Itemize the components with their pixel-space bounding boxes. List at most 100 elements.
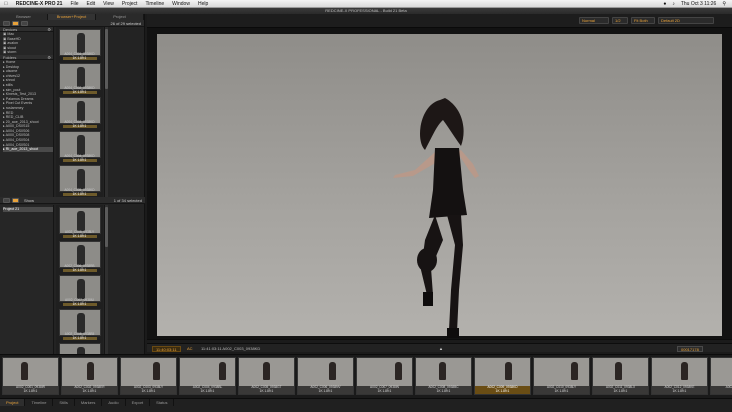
filmstrip-caption: A002_C010_0938LY 1K 1.89:1 [534,385,589,394]
clip-thumbnail[interactable]: A004_C005_0938KD 1K 1.89:1 [58,165,101,196]
video-frame[interactable] [157,34,722,338]
clip-thumbnail[interactable]: A004_C003_0938KD 1K 1.89:1 [58,97,101,128]
filmstrip-clip[interactable]: A002_C009_0938KD 1K 1.89:1 [474,357,531,395]
list-view-button[interactable] [3,20,10,26]
person-silhouette [439,362,446,380]
scroll-thumb[interactable] [105,29,108,89]
folder-item[interactable]: ▸ RI_aoe_2013_shoot [3,147,53,152]
tab-audio[interactable]: Audio [102,399,126,406]
project-tree: Project 21 [0,205,54,354]
filmstrip-caption: A002_C012_0938KE 1K 1.89:1 [652,385,707,394]
thumbnail-resolution: 1K 1.89:1 [62,268,97,272]
thumbnail-caption: A002_C005_0938LY 1K 1.89:1 [59,230,101,238]
project-toolbar: Show 1 of 34 selected [0,197,145,204]
scroll-thumb[interactable] [105,207,108,247]
selection-status-bottom: 1 of 34 selected [113,197,142,203]
search-icon[interactable]: ⚲ [722,1,726,7]
menu-app-name[interactable]: REDCINE-X PRO 21 [16,1,63,7]
filmstrip-clip[interactable]: A002_C006_0938NV 1K 1.89:1 [297,357,354,395]
filmstrip-clip[interactable]: A002_C012_0938KE 1K 1.89:1 [651,357,708,395]
timecode-display[interactable]: 11:40:03:11 [152,346,181,352]
filmstrip-clip-res: 1K 1.89:1 [318,388,333,393]
clock[interactable]: Thu Oct 3 11:26 [681,1,716,7]
lut-dropdown[interactable]: Default 2D [658,17,714,24]
scrollbar-top[interactable] [104,27,108,197]
fit-dropdown[interactable]: Fit Both [631,17,655,24]
filmstrip-clip[interactable]: A002_C004_0938BL 1K 1.89:1 [179,357,236,395]
person-silhouette [681,362,688,380]
filter-button[interactable] [21,20,28,26]
filmstrip-caption: A002_C002_0938ER 1K 1.89:1 [62,385,117,394]
devices-list: ▣ Mac ▣ BaseHD ▣ avalon ▣ skout ▣ storm [0,32,53,55]
playhead-marker-icon[interactable]: ▲ [439,344,443,353]
ac-label[interactable]: AC [187,344,193,353]
tab-browser[interactable]: Browser [0,14,48,20]
clip-thumbnail[interactable]: A004_C002_0938KD 1K 1.89:1 [58,63,101,94]
menu-project[interactable]: Project [122,1,138,7]
tab-status[interactable]: Status [150,399,175,406]
clip-thumbnails-bottom: A002_C005_0938LY 1K 1.89:1 A002_C006_0938R… [56,205,103,374]
wifi-icon[interactable]: ● [663,1,666,7]
filmstrip-clip-res: 1K 1.89:1 [23,388,38,393]
resolution-dropdown[interactable]: 1/2 [612,17,628,24]
tab-markers[interactable]: Markers [75,399,103,406]
filmstrip-caption: A002_C007_0938IN 1K 1.89:1 [357,385,412,394]
thumbnail-caption: A002_C008_0938B5 1K 1.89:1 [59,332,101,340]
filmstrip-clip[interactable]: A002_C002_0938ER 1K 1.89:1 [61,357,118,395]
tab-timeline[interactable]: Timeline [25,399,54,406]
filmstrip-clip[interactable]: A002_C003_0938LY 1K 1.89:1 [120,357,177,395]
add-bin-button[interactable] [3,197,10,203]
gear-icon[interactable]: ⚙ [47,27,51,32]
window-title: REDCINE-X PROFESSIONAL - Build 21 Beta [325,8,407,13]
filmstrip-clip-res: 1K 1.89:1 [711,389,732,394]
filmstrip-caption: A002_C008_0938BC 1K 1.89:1 [416,385,471,394]
menu-timeline[interactable]: Timeline [145,1,164,7]
filmstrip-clip[interactable]: A002_C007_0938IN 1K 1.89:1 [356,357,413,395]
frame-counter[interactable]: 00017178 [677,346,703,352]
bottom-tabs: Project Timeline Stills Markers Audio Export S… [0,398,732,412]
clip-thumbnail[interactable]: A004_C001_0938KD 1K 1.89:1 [58,29,101,60]
person-silhouette [76,313,85,333]
tab-project[interactable]: Project [0,399,26,406]
tab-project[interactable]: Project [96,14,144,20]
clip-thumbnail[interactable]: A002_C007_0938IU 1K 1.89:1 [58,275,101,306]
person-silhouette [505,362,512,380]
dancer-image [393,98,479,338]
person-silhouette [329,362,336,380]
person-silhouette [263,362,270,380]
filmstrip-clip[interactable]: A002_C001_0938IR 1K 1.89:1 [2,357,59,395]
clip-thumbnail[interactable]: A002_C008_0938B5 1K 1.89:1 [58,309,101,340]
clip-thumbnail[interactable]: A004_C004_0938KD 1K 1.89:1 [58,131,101,162]
filmstrip-clip[interactable]: A002_C010_0938LY 1K 1.89:1 [533,357,590,395]
tab-export[interactable]: Export [126,399,151,406]
view-mode-dropdown[interactable]: Normal [579,17,609,24]
project-item[interactable]: Project 21 [3,207,53,212]
volume-icon[interactable]: ♪ [672,1,675,7]
filmstrip-clip[interactable]: A002_C013_09381K 1.89:1 [710,357,732,395]
tab-stills[interactable]: Stills [53,399,75,406]
person-silhouette [21,362,28,380]
scrollbar-bottom[interactable] [104,205,108,354]
filmstrip-caption: A002_C009_0938KD 1K 1.89:1 [475,385,530,394]
thumb-view-button[interactable] [12,20,19,26]
tab-browser-project[interactable]: Browser+Project [48,14,96,20]
menu-file[interactable]: File [70,1,78,7]
person-silhouette [76,101,85,121]
person-silhouette [87,362,94,380]
menu-edit[interactable]: Edit [87,1,96,7]
filmstrip-clip[interactable]: A002_C011_0938LX 1K 1.89:1 [592,357,649,395]
gear-icon[interactable]: ⚙ [47,55,51,60]
person-silhouette [76,169,85,189]
apple-icon[interactable]:  [4,1,8,7]
filmstrip-clip[interactable]: A002_C005_0938GT 1K 1.89:1 [238,357,295,395]
menu-view[interactable]: View [103,1,114,7]
person-silhouette [76,33,85,53]
clip-thumbnail[interactable]: A002_C005_0938LY 1K 1.89:1 [58,207,101,238]
show-label[interactable]: Show [24,198,34,203]
menu-window[interactable]: Window [172,1,190,7]
thumb-view-button-2[interactable] [12,197,19,203]
menu-help[interactable]: Help [198,1,208,7]
clip-thumbnail[interactable]: A002_C006_0938RB 1K 1.89:1 [58,241,101,272]
filmstrip-clip[interactable]: A002_C008_0938BC 1K 1.89:1 [415,357,472,395]
browser-panel: Browser Browser+Project Project 26 of 29… [0,14,145,374]
